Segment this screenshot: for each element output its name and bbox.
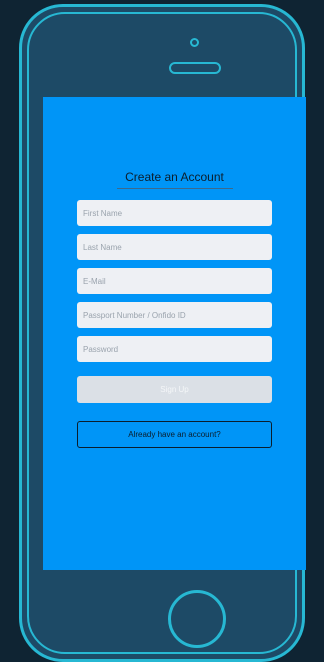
email-field[interactable] — [77, 268, 272, 294]
app-screen: Create an Account Sign Up Already have a… — [43, 97, 306, 570]
last-name-field[interactable] — [77, 234, 272, 260]
passport-id-field[interactable] — [77, 302, 272, 328]
speaker-icon — [169, 62, 221, 74]
camera-icon — [190, 38, 199, 47]
already-have-account-button[interactable]: Already have an account? — [77, 421, 272, 448]
title-underline — [117, 188, 233, 189]
password-field[interactable] — [77, 336, 272, 362]
first-name-field[interactable] — [77, 200, 272, 226]
home-button[interactable] — [168, 590, 226, 648]
sign-up-button[interactable]: Sign Up — [77, 376, 272, 403]
page-title: Create an Account — [125, 170, 224, 184]
